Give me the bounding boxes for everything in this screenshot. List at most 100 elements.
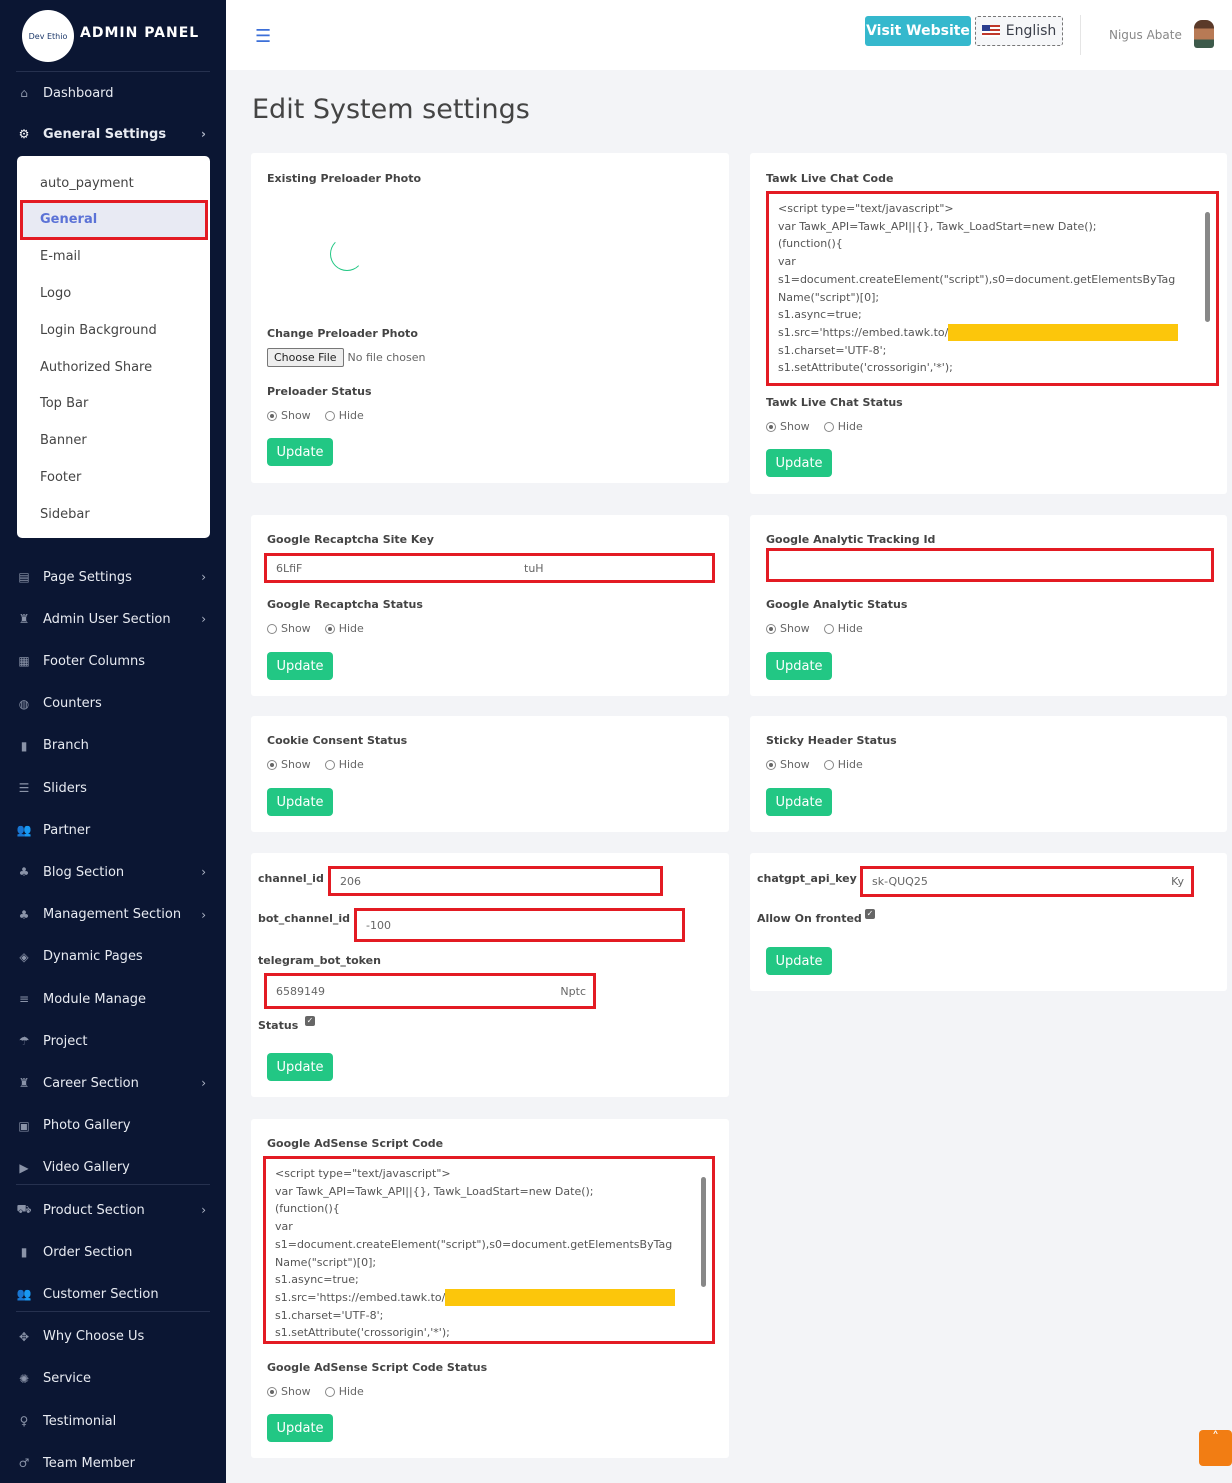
sidebar-item[interactable]: ≡ Module Manage [16,987,210,1011]
sidebar-item[interactable]: ▮ Order Section [16,1240,210,1264]
scrollbar[interactable] [1205,212,1210,322]
submenu-item[interactable]: Banner [23,424,205,458]
sidebar-item[interactable]: ✥ Why Choose Us [16,1325,210,1349]
radio-hide[interactable]: Hide [324,409,364,422]
choose-file-button[interactable]: Choose File [267,348,344,367]
analytics-status-radios[interactable]: Show Hide [766,622,863,635]
radio-show[interactable]: Show [267,1385,311,1398]
cookie-status-radios[interactable]: Show Hide [267,758,364,771]
sidebar-item[interactable]: 👥 Customer Section [16,1282,210,1306]
sidebar-item[interactable]: ♂ Team Member [16,1451,210,1475]
chatgpt-key-input[interactable]: sk-QUQ25 Ky [860,866,1194,897]
submenu-item[interactable]: Login Background [23,313,205,347]
menu-icon: ⛟ [16,1202,32,1216]
sidebar-item[interactable]: ▦ Footer Columns [16,649,210,673]
submenu-item[interactable]: Logo [23,276,205,310]
scroll-to-top-button[interactable]: ˄ [1199,1430,1232,1466]
label: Blog Section [43,864,125,880]
adsense-status-radios[interactable]: Show Hide [267,1385,364,1398]
code-line: (function(){ [778,237,843,251]
sidebar-item[interactable]: ♣ Management Section › [16,903,210,927]
chevron-right-icon: › [201,570,206,584]
sidebar-item[interactable]: ▣ Photo Gallery [16,1114,210,1138]
label: Project [43,1033,88,1049]
gear-icon: ⚙ [18,127,30,141]
code-line: s1=document.createElement("script"),s0=d… [778,272,1176,286]
sidebar-item[interactable]: ☰ Sliders [16,776,210,800]
sidebar-item[interactable]: ♜ Career Section › [16,1071,210,1095]
submenu-item[interactable]: E-mail [23,240,205,274]
update-button[interactable]: Update [267,1053,333,1081]
sidebar-item[interactable]: ▶ Video Gallery [16,1156,210,1180]
sidebar-item[interactable]: ☂ Project [16,1029,210,1053]
update-button[interactable]: Update [766,788,832,816]
sidebar-item[interactable]: ♣ Blog Section › [16,860,210,884]
radio-show[interactable]: Show [267,622,311,635]
sidebar-item[interactable]: ⛟ Product Section › [16,1198,210,1222]
submenu-item[interactable]: Top Bar [23,387,205,421]
analytics-id-input[interactable] [766,548,1214,582]
label: Admin User Section [43,611,171,627]
sidebar-item-dashboard[interactable]: ⌂ Dashboard [16,81,210,105]
label: Branch [43,738,89,754]
update-button[interactable]: Update [267,652,333,680]
label: Order Section [43,1244,133,1260]
language-selector[interactable]: English [975,16,1063,46]
scrollbar[interactable] [701,1177,706,1287]
sidebar-item[interactable]: ♀ Testimonial [16,1409,210,1433]
preloader-status-radios[interactable]: Show Hide [267,409,364,422]
radio-show[interactable]: Show [766,622,810,635]
radio-hide[interactable]: Hide [823,420,863,433]
radio-show[interactable]: Show [267,409,311,422]
submenu-item[interactable]: Authorized Share [23,350,205,384]
sidebar-item[interactable]: ✺ Service [16,1367,210,1391]
update-button[interactable]: Update [267,1414,333,1442]
bot-channel-id-input[interactable]: -100 [354,908,685,942]
update-button[interactable]: Update [766,449,832,477]
sidebar-item[interactable]: ◍ Counters [16,692,210,716]
sidebar-item[interactable]: ▤ Page Settings › [16,565,210,589]
recaptcha-status-radios[interactable]: Show Hide [267,622,364,635]
sidebar-item[interactable]: ▮ Branch [16,734,210,758]
sidebar-item[interactable]: ♜ Admin User Section › [16,607,210,631]
update-button[interactable]: Update [267,788,333,816]
tawk-status-radios[interactable]: Show Hide [766,420,863,433]
radio-show[interactable]: Show [267,758,311,771]
cookie-status-label: Cookie Consent Status [267,734,408,747]
radio-show[interactable]: Show [766,758,810,771]
label: Dynamic Pages [43,949,143,965]
submenu-item[interactable]: General [20,199,208,240]
code-line: s1.src='https://embed.tawk.to/ [275,1289,688,1307]
sidebar-item[interactable]: ◈ Dynamic Pages [16,945,210,969]
recaptcha-key-input[interactable]: 6LfiF tuH [264,553,715,583]
allow-frontend-checkbox[interactable]: ✓ [865,909,875,919]
code-line: var Tawk_API=Tawk_API||{}, Tawk_LoadStar… [778,219,1097,233]
visit-website-button[interactable]: Visit Website [865,16,971,46]
radio-hide[interactable]: Hide [324,622,364,635]
channel-id-input[interactable]: 206 [328,866,663,896]
user-name[interactable]: Nigus Abate [1109,28,1182,42]
allow-frontend-label: Allow On fronted [757,912,862,925]
sticky-status-radios[interactable]: Show Hide [766,758,863,771]
tawk-code-textarea[interactable]: <script type="text/javascript"> var Tawk_… [766,191,1219,386]
sidebar-item[interactable]: 👥 Partner [16,818,210,842]
telegram-token-input[interactable]: 6589149 Nptc [264,973,596,1009]
update-button[interactable]: Update [267,438,333,466]
submenu-item[interactable]: Footer [23,460,205,494]
radio-show[interactable]: Show [766,420,810,433]
radio-hide[interactable]: Hide [823,758,863,771]
update-button[interactable]: Update [766,947,832,975]
avatar[interactable] [1194,20,1214,48]
sidebar-item-general-settings[interactable]: ⚙ General Settings › [16,122,210,146]
submenu-item[interactable]: auto_payment [23,166,205,200]
menu-toggle-icon[interactable]: ☰ [255,26,271,47]
status-checkbox[interactable]: ✓ [305,1016,315,1026]
radio-hide[interactable]: Hide [324,758,364,771]
preloader-file-input[interactable]: Choose File No file chosen [267,348,425,367]
update-button[interactable]: Update [766,652,832,680]
adsense-code-textarea[interactable]: <script type="text/javascript"> var Tawk_… [263,1156,715,1344]
radio-hide[interactable]: Hide [324,1385,364,1398]
radio-hide[interactable]: Hide [823,622,863,635]
submenu-item[interactable]: Sidebar [23,497,205,531]
menu-icon: ☂ [18,1034,30,1049]
